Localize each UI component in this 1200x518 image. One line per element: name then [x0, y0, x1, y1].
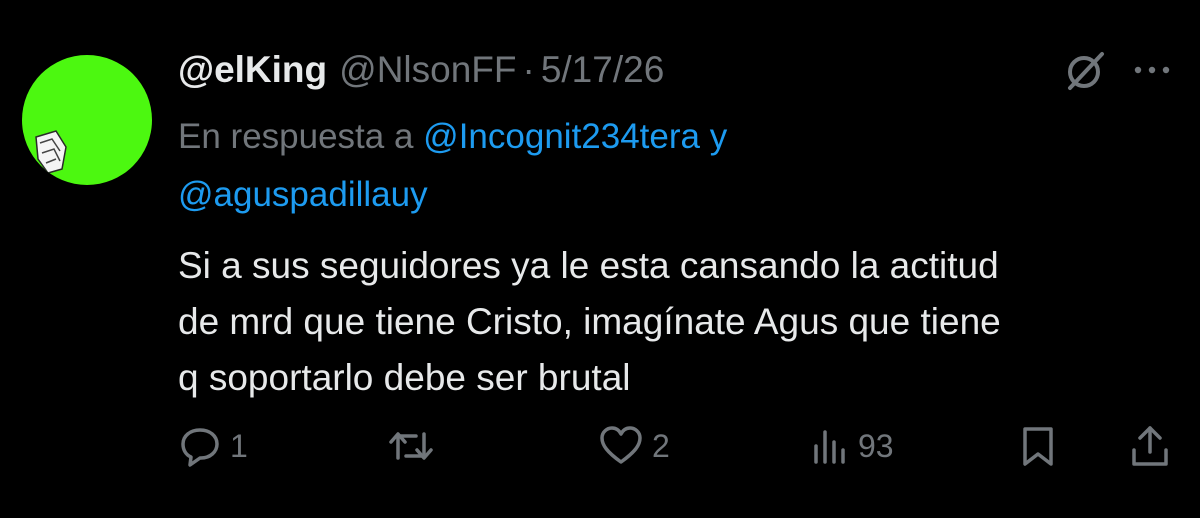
avatar-sticker-graphic: [35, 130, 67, 174]
user-handle[interactable]: @NlsonFF: [339, 49, 516, 91]
bookmark-button[interactable]: [1018, 418, 1058, 474]
reply-context: En respuesta a @Incognit234tera y @agusp…: [178, 108, 1138, 224]
tweet-date[interactable]: 5/17/26: [541, 49, 664, 91]
retweet-button[interactable]: [386, 418, 444, 474]
tweet-text-line: q soportarlo debe ser brutal: [178, 357, 631, 398]
heart-icon: [600, 426, 642, 464]
bookmark-icon: [1023, 427, 1053, 466]
tweet-text-line: de mrd que tiene Cristo, imagínate Agus …: [178, 301, 1001, 342]
retweet-arrows-icon: [389, 432, 433, 460]
grok-slash-circle-icon[interactable]: [1062, 48, 1108, 94]
views-button[interactable]: 93: [810, 418, 894, 474]
reply-count: 1: [230, 427, 248, 464]
share-upload-icon: [1132, 426, 1168, 466]
tweet-header: @elKing @NlsonFF · 5/17/26: [178, 46, 664, 94]
more-dots-icon[interactable]: [1130, 60, 1174, 80]
tweet-text: Si a sus seguidores ya le esta cansando …: [178, 238, 1168, 406]
action-bar: 1 2 93: [0, 418, 1200, 474]
reply-button[interactable]: 1: [178, 418, 248, 474]
reply-mention-aguspadilla[interactable]: @aguspadillauy: [178, 175, 428, 214]
reply-conjunction: y: [709, 117, 728, 156]
reply-mention-incognit[interactable]: @Incognit234tera: [423, 117, 700, 156]
display-name[interactable]: @elKing: [178, 49, 327, 91]
views-bars-icon: [814, 430, 845, 464]
separator-dot: ·: [522, 49, 535, 90]
avatar[interactable]: [22, 55, 152, 185]
views-count: 93: [858, 427, 894, 464]
tweet-card[interactable]: @elKing @NlsonFF · 5/17/26 En respuesta …: [0, 0, 1200, 518]
share-button[interactable]: [1128, 418, 1172, 474]
tweet-text-line: Si a sus seguidores ya le esta cansando …: [178, 245, 999, 286]
reply-bubble-icon: [181, 428, 219, 467]
reply-prefix: En respuesta a: [178, 117, 414, 156]
like-count: 2: [652, 427, 670, 464]
like-button[interactable]: 2: [598, 418, 670, 474]
